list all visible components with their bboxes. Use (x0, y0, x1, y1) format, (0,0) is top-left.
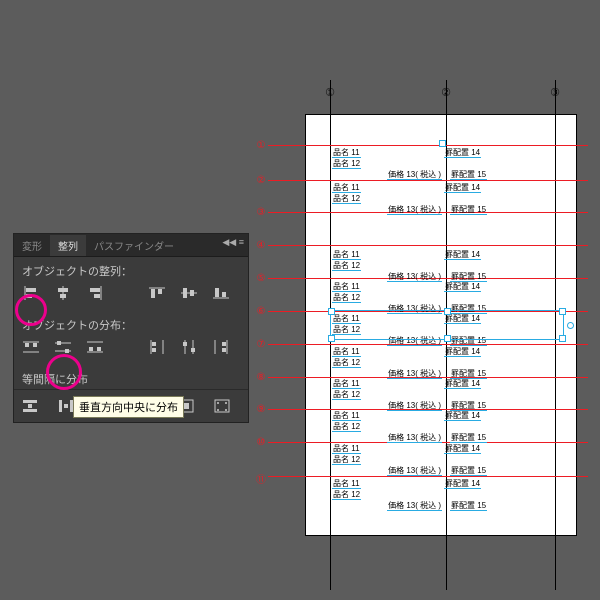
text-block[interactable]: 品名 11罫配置 14品名 12価格 13( 税込 )罫配置 15 (332, 182, 560, 215)
row-num-6: ⑥ (254, 306, 268, 317)
text-block[interactable]: 品名 11罫配置 14品名 12価格 13( 税込 )罫配置 15 (332, 378, 560, 411)
align-to-artboard-button[interactable] (212, 396, 232, 416)
dist-hcenter-button[interactable] (178, 337, 200, 357)
text-block[interactable]: 品名 11罫配置 14品名 12価格 13( 税込 )罫配置 15 (332, 249, 560, 282)
label-align: オブジェクトの整列： (14, 257, 248, 281)
align-right-button[interactable] (84, 283, 106, 303)
text-block[interactable]: 品名 11罫配置 14品名 12価格 13( 税込 )罫配置 15 (332, 443, 560, 476)
dist-vcenter-button[interactable] (52, 337, 74, 357)
label-spacing: 等間隔に分布 (14, 365, 248, 389)
dist-right-button[interactable] (210, 337, 232, 357)
selection-box[interactable] (330, 310, 564, 340)
row-num-1: ① (254, 140, 268, 151)
dist-bottom-button[interactable] (84, 337, 106, 357)
tab-pathfinder[interactable]: パスファインダー (86, 235, 182, 256)
align-bottom-button[interactable] (210, 283, 232, 303)
col-num-1: ① (323, 86, 337, 99)
text-block[interactable]: 品名 11罫配置 14品名 12価格 13( 税込 )罫配置 15 (332, 346, 560, 379)
tab-transform[interactable]: 変形 (14, 235, 50, 256)
label-dist: オブジェクトの分布： (14, 311, 248, 335)
row-num-2: ② (254, 175, 268, 186)
align-left-button[interactable] (20, 283, 42, 303)
space-v-button[interactable] (20, 396, 40, 416)
row-num-3: ③ (254, 207, 268, 218)
align-hcenter-button[interactable] (52, 283, 74, 303)
row-num-11: ⑪ (254, 471, 268, 486)
row-guide-1 (268, 145, 588, 146)
tab-align[interactable]: 整列 (50, 235, 86, 256)
col-num-2: ② (439, 86, 453, 99)
dist-left-button[interactable] (146, 337, 168, 357)
row-num-4: ④ (254, 240, 268, 251)
text-block[interactable]: 品名 11罫配置 14品名 12価格 13( 税込 )罫配置 15 (332, 410, 560, 443)
row-num-7: ⑦ (254, 339, 268, 350)
row-guide-2 (268, 180, 588, 181)
align-top-button[interactable] (146, 283, 168, 303)
tooltip: 垂直方向中央に分布 (73, 396, 184, 418)
align-vcenter-button[interactable] (178, 283, 200, 303)
align-panel: 変形 整列 パスファインダー ◀◀ ≡ オブジェクトの整列： オブジェクトの分布… (13, 233, 249, 423)
text-block[interactable]: 品名 11罫配置 14品名 12価格 13( 税込 )罫配置 15 (332, 147, 560, 180)
text-block[interactable]: 品名 11罫配置 14品名 12価格 13( 税込 )罫配置 15 (332, 478, 560, 511)
top-selection-handle (439, 140, 446, 147)
row-guide-4 (268, 245, 588, 246)
row-num-9: ⑨ (254, 404, 268, 415)
row-num-5: ⑤ (254, 273, 268, 284)
col-num-3: ③ (548, 86, 562, 99)
row-num-8: ⑧ (254, 372, 268, 383)
row-num-10: ⑩ (254, 437, 268, 448)
panel-menu-icon[interactable]: ◀◀ ≡ (222, 237, 244, 248)
row-guide-11 (268, 476, 588, 477)
dist-top-button[interactable] (20, 337, 42, 357)
